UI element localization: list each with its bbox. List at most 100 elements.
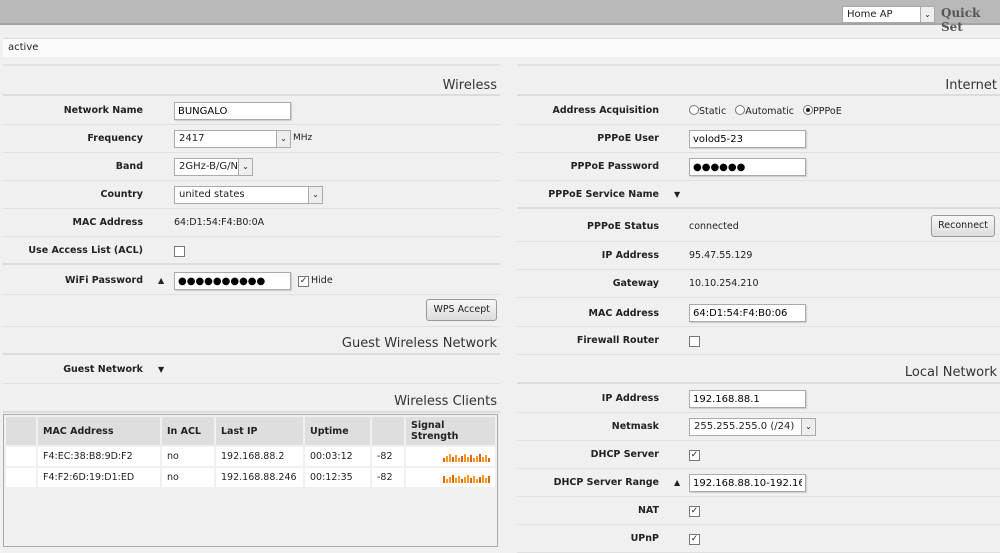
internet-panel: Internet Address Acquisition Static Auto… — [517, 64, 1000, 553]
clients-table: MAC Address In ACL Last IP Uptime Signal… — [3, 414, 498, 547]
cell-uptime: 00:12:35 — [305, 468, 370, 487]
clients-title: Wireless Clients — [394, 394, 497, 409]
col-header-acl[interactable]: In ACL — [162, 417, 214, 445]
label: Country — [100, 189, 143, 200]
radio-static[interactable] — [689, 105, 699, 115]
col-header-mac[interactable]: MAC Address — [38, 417, 160, 445]
signal-bar — [467, 474, 469, 483]
chevron-down-icon: ⌄ — [308, 187, 322, 203]
chevron-down-icon: ⌄ — [920, 7, 934, 22]
row-local-ip: IP Address — [517, 385, 1000, 413]
radio-automatic[interactable] — [735, 105, 746, 115]
signal-bar — [443, 475, 445, 483]
row-pppoe-status: PPPoE Status connected Reconnect — [517, 211, 1000, 242]
cell-mac: F4:EC:38:B8:9D:F2 — [38, 447, 160, 466]
wps-accept-button[interactable]: WPS Accept — [426, 299, 497, 321]
signal-bar — [449, 453, 451, 462]
signal-bar — [473, 457, 475, 462]
dhcp-checkbox[interactable]: ✓ — [689, 450, 700, 461]
cell-acl: no — [162, 468, 214, 487]
row-pppoe-password: PPPoE Password — [517, 153, 1000, 181]
cell-signal-graph — [406, 447, 495, 466]
pppoe-user-input[interactable] — [689, 130, 806, 148]
value: 2GHz-B/G/N — [179, 161, 238, 172]
row-network-name: Network Name — [3, 97, 500, 125]
collapse-triangle-icon[interactable]: ▲ — [158, 276, 164, 285]
signal-bar — [452, 456, 454, 462]
ip-value: 95.47.55.129 — [689, 250, 753, 261]
cell-signal: -82 — [372, 447, 404, 466]
signal-bar — [461, 455, 463, 462]
local-ip-input[interactable] — [689, 390, 806, 408]
table-row[interactable]: F4:EC:38:B8:9D:F2 no 192.168.88.2 00:03:… — [6, 447, 495, 466]
wifi-password-input[interactable] — [174, 272, 291, 290]
signal-bar — [485, 454, 487, 462]
signal-bar — [479, 476, 481, 483]
signal-bar — [482, 474, 484, 483]
pppoe-password-input[interactable] — [689, 158, 806, 176]
firewall-checkbox[interactable] — [689, 336, 700, 347]
col-header-signal-strength[interactable]: Signal Strength — [406, 417, 495, 445]
row-country: Country united states ⌄ — [3, 181, 500, 209]
reconnect-button[interactable]: Reconnect — [931, 215, 995, 237]
dhcp-range-input[interactable] — [689, 474, 806, 492]
wan-mac-input[interactable] — [689, 304, 806, 322]
radio-label: Static — [699, 106, 727, 117]
status-bar: active — [3, 38, 1000, 57]
hide-label: Hide — [311, 275, 333, 286]
label: Gateway — [612, 278, 659, 289]
col-header-ip[interactable]: Last IP — [216, 417, 303, 445]
collapse-triangle-icon[interactable]: ▲ — [674, 478, 680, 487]
col-header-uptime[interactable]: Uptime — [305, 417, 370, 445]
value: 255.255.255.0 (/24) — [694, 421, 795, 432]
label: Band — [115, 161, 143, 172]
mode-select[interactable]: Home AP ⌄ — [842, 6, 935, 23]
signal-bar — [464, 453, 466, 462]
cell-ip: 192.168.88.2 — [216, 447, 303, 466]
expand-triangle-icon[interactable]: ▼ — [674, 190, 680, 199]
row-mac: MAC Address — [517, 298, 1000, 327]
mode-value: Home AP — [847, 9, 893, 20]
row-band: Band 2GHz-B/G/N ⌄ — [3, 153, 500, 181]
top-bar: Home AP ⌄ Quick Set — [0, 0, 1000, 34]
cell-uptime: 00:03:12 — [305, 447, 370, 466]
hide-checkbox[interactable]: ✓ — [298, 276, 309, 287]
signal-bar — [452, 474, 454, 483]
signal-bars — [411, 452, 490, 462]
col-header-signal-value[interactable] — [372, 417, 404, 445]
row-dhcp-range: DHCP Server Range ▲ — [517, 469, 1000, 497]
nat-checkbox[interactable]: ✓ — [689, 506, 700, 517]
radio-label: Automatic — [745, 106, 794, 117]
radio-pppoe[interactable] — [803, 105, 814, 115]
label: IP Address — [601, 393, 659, 404]
row-nat: NAT ✓ — [517, 497, 1000, 525]
label: Firewall Router — [576, 335, 659, 346]
row-dhcp: DHCP Server ✓ — [517, 441, 1000, 469]
expand-triangle-icon[interactable]: ▼ — [158, 365, 164, 374]
page-title: Quick Set — [941, 6, 981, 34]
label: NAT — [637, 505, 659, 516]
country-select[interactable]: united states ⌄ — [174, 186, 323, 204]
gateway-value: 10.10.254.210 — [689, 278, 759, 289]
label: Address Acquisition — [552, 105, 660, 116]
band-select[interactable]: 2GHz-B/G/N ⌄ — [174, 158, 253, 176]
row-mac: MAC Address 64:D1:54:F4:B0:0A — [3, 209, 500, 237]
pppoe-status-value: connected — [689, 221, 739, 232]
upnp-checkbox[interactable]: ✓ — [689, 534, 700, 545]
netmask-select[interactable]: 255.255.255.0 (/24) ⌄ — [689, 418, 816, 436]
table-row[interactable]: F4:F2:6D:19:D1:ED no 192.168.88.246 00:1… — [6, 468, 495, 487]
row-netmask: Netmask 255.255.255.0 (/24) ⌄ — [517, 413, 1000, 441]
frequency-select[interactable]: 2417 ⌄ — [174, 130, 291, 148]
network-name-input[interactable] — [174, 102, 291, 120]
signal-bar — [470, 477, 472, 483]
signal-bar — [476, 478, 478, 483]
label: WiFi Password — [64, 275, 143, 286]
col-header[interactable] — [6, 417, 36, 445]
row-wps: WPS Accept — [3, 295, 500, 327]
cell — [6, 447, 36, 466]
signal-bar — [470, 454, 472, 462]
signal-bar — [476, 455, 478, 462]
row-address-acquisition: Address Acquisition Static Automatic PPP… — [517, 97, 1000, 125]
wireless-title: Wireless — [442, 78, 497, 93]
acl-checkbox[interactable] — [174, 246, 185, 257]
